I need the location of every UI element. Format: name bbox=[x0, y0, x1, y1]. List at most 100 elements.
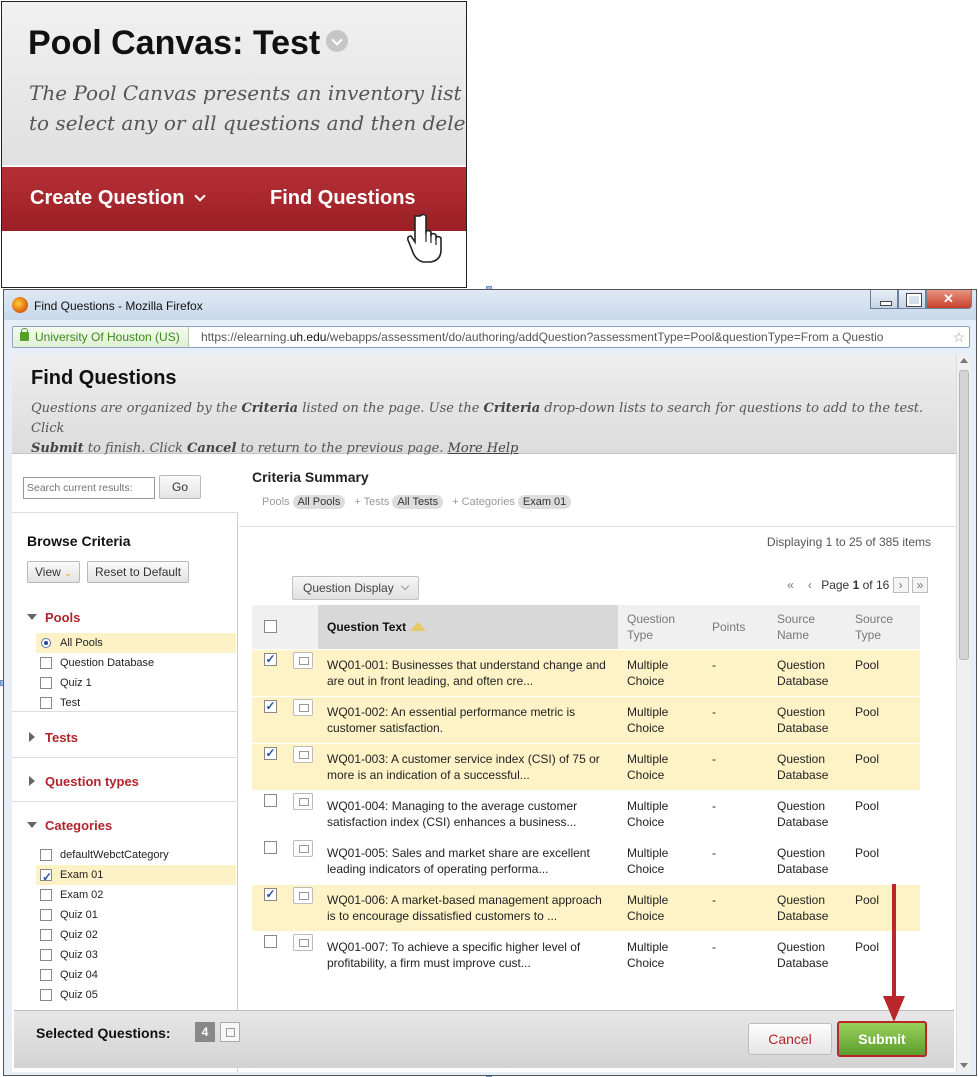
preview-icon[interactable] bbox=[293, 886, 313, 904]
window-controls bbox=[870, 290, 972, 310]
points-header[interactable]: Points bbox=[703, 605, 768, 649]
categories-chip[interactable]: Exam 01 bbox=[517, 495, 572, 509]
preview-cell bbox=[288, 930, 318, 978]
points-cell: - bbox=[703, 836, 768, 884]
category-option-label: Exam 01 bbox=[60, 869, 104, 881]
row-select-checkbox[interactable] bbox=[263, 793, 277, 807]
source-type-cell: Pool bbox=[846, 742, 920, 790]
category-checkbox[interactable] bbox=[40, 989, 52, 1001]
points-cell: - bbox=[703, 742, 768, 790]
search-results-input[interactable] bbox=[23, 477, 155, 499]
category-option[interactable]: Quiz 04 bbox=[36, 965, 236, 985]
preview-icon[interactable] bbox=[293, 698, 313, 716]
find-questions-button[interactable]: Find Questions bbox=[270, 187, 416, 210]
scroll-up-icon[interactable] bbox=[960, 358, 968, 363]
create-question-button[interactable]: Create Question bbox=[30, 187, 207, 210]
pool-option[interactable]: Quiz 1 bbox=[36, 673, 236, 693]
category-option[interactable]: defaultWebctCategory bbox=[36, 845, 236, 865]
question-display-button[interactable]: Question Display bbox=[292, 576, 419, 600]
page-header: Find Questions Questions are organized b… bbox=[12, 354, 958, 456]
submit-button[interactable]: Submit bbox=[837, 1021, 927, 1057]
pools-chip[interactable]: All Pools bbox=[292, 495, 346, 509]
tests-section-toggle[interactable]: Tests bbox=[27, 730, 78, 745]
browser-window: Find Questions - Mozilla Firefox Univers… bbox=[3, 289, 977, 1076]
row-select-checkbox[interactable] bbox=[263, 934, 277, 948]
category-option[interactable]: Exam 02 bbox=[36, 885, 236, 905]
pool-checkbox[interactable] bbox=[40, 677, 52, 689]
table-row: WQ01-007: To achieve a specific higher l… bbox=[252, 930, 920, 978]
category-option[interactable]: Quiz 05 bbox=[36, 985, 236, 1005]
go-button[interactable]: Go bbox=[159, 475, 201, 499]
category-checkbox[interactable] bbox=[40, 867, 52, 887]
category-checkbox[interactable] bbox=[40, 909, 52, 921]
source-type-header[interactable]: Source Type bbox=[846, 605, 920, 649]
question-type-header[interactable]: Question Type bbox=[618, 605, 703, 649]
site-identity[interactable]: University Of Houston (US) bbox=[13, 327, 189, 347]
category-checkbox[interactable] bbox=[40, 929, 52, 941]
url-text[interactable]: https://elearning.uh.edu/webapps/assessm… bbox=[201, 327, 883, 347]
next-page-icon[interactable]: › bbox=[892, 577, 909, 593]
row-select-checkbox[interactable] bbox=[263, 651, 277, 667]
row-select-checkbox[interactable] bbox=[263, 698, 277, 714]
row-select-checkbox[interactable] bbox=[263, 840, 277, 854]
question-text-cell: WQ01-005: Sales and market share are exc… bbox=[318, 836, 618, 884]
select-cell bbox=[252, 836, 288, 884]
pool-canvas-header: Pool Canvas: Test The Pool Canvas presen… bbox=[2, 2, 466, 165]
category-checkbox[interactable] bbox=[40, 849, 52, 861]
radio-selected[interactable] bbox=[41, 638, 51, 648]
questions-table: Question Text Question Type Points Sourc… bbox=[252, 605, 920, 978]
selected-list-icon[interactable] bbox=[220, 1022, 240, 1042]
category-checkbox[interactable] bbox=[40, 949, 52, 961]
category-option[interactable]: Quiz 03 bbox=[36, 945, 236, 965]
title-menu-chevron-icon[interactable] bbox=[326, 30, 349, 53]
pools-section-toggle[interactable]: Pools bbox=[27, 610, 80, 625]
preview-icon[interactable] bbox=[293, 745, 313, 763]
cancel-button[interactable]: Cancel bbox=[748, 1023, 832, 1055]
address-bar[interactable]: University Of Houston (US) https://elear… bbox=[12, 326, 970, 348]
bookmark-star-icon[interactable]: ☆ bbox=[952, 327, 965, 347]
question-types-section-toggle[interactable]: Question types bbox=[27, 774, 139, 789]
source-name-header[interactable]: Source Name bbox=[768, 605, 846, 649]
pool-option[interactable]: Test bbox=[36, 693, 236, 713]
more-help-link[interactable]: More Help bbox=[448, 441, 519, 456]
row-select-checkbox[interactable] bbox=[263, 886, 277, 902]
pool-checkbox[interactable] bbox=[40, 697, 52, 709]
scrollbar-thumb[interactable] bbox=[959, 370, 969, 660]
pool-checkbox[interactable] bbox=[40, 657, 52, 669]
category-checkbox[interactable] bbox=[40, 969, 52, 981]
question-text-header[interactable]: Question Text bbox=[318, 605, 618, 649]
preview-icon[interactable] bbox=[293, 651, 313, 669]
maximize-button[interactable] bbox=[898, 290, 926, 309]
close-window-button[interactable] bbox=[926, 290, 972, 309]
category-option[interactable]: Exam 01 bbox=[36, 865, 236, 887]
last-page-icon[interactable]: » bbox=[912, 577, 928, 593]
category-checkbox[interactable] bbox=[40, 889, 52, 901]
pool-canvas-crop: Pool Canvas: Test The Pool Canvas presen… bbox=[1, 1, 467, 288]
row-select-checkbox[interactable] bbox=[263, 745, 277, 761]
view-button[interactable]: View ⌄ bbox=[27, 561, 80, 583]
reset-to-default-button[interactable]: Reset to Default bbox=[87, 561, 190, 583]
previous-page-icon[interactable]: ‹ bbox=[802, 578, 818, 592]
instr-text: Questions are organized by the bbox=[31, 401, 242, 416]
pool-option[interactable]: Question Database bbox=[36, 653, 236, 673]
first-page-icon[interactable]: « bbox=[783, 578, 799, 592]
preview-icon[interactable] bbox=[293, 933, 313, 951]
question-type-cell: Multiple Choice bbox=[618, 695, 703, 743]
vertical-scrollbar[interactable] bbox=[956, 354, 970, 1072]
tests-chip[interactable]: All Tests bbox=[392, 495, 444, 509]
question-type-cell: Multiple Choice bbox=[618, 742, 703, 790]
category-option[interactable]: Quiz 01 bbox=[36, 905, 236, 925]
pool-option[interactable]: All Pools bbox=[36, 633, 236, 653]
pool-option-label: Test bbox=[60, 697, 81, 709]
category-option-label: Quiz 01 bbox=[60, 909, 98, 921]
criteria-chips: Pools All Pools + Tests All Tests + Catego… bbox=[262, 495, 577, 509]
minimize-button[interactable] bbox=[870, 290, 898, 309]
question-type-cell: Multiple Choice bbox=[618, 930, 703, 978]
preview-icon[interactable] bbox=[293, 839, 313, 857]
scroll-down-icon[interactable] bbox=[960, 1063, 968, 1068]
select-all-checkbox[interactable] bbox=[263, 619, 277, 633]
select-cell bbox=[252, 648, 288, 696]
category-option[interactable]: Quiz 02 bbox=[36, 925, 236, 945]
preview-icon[interactable] bbox=[293, 792, 313, 810]
categories-section-toggle[interactable]: Categories bbox=[27, 818, 112, 833]
